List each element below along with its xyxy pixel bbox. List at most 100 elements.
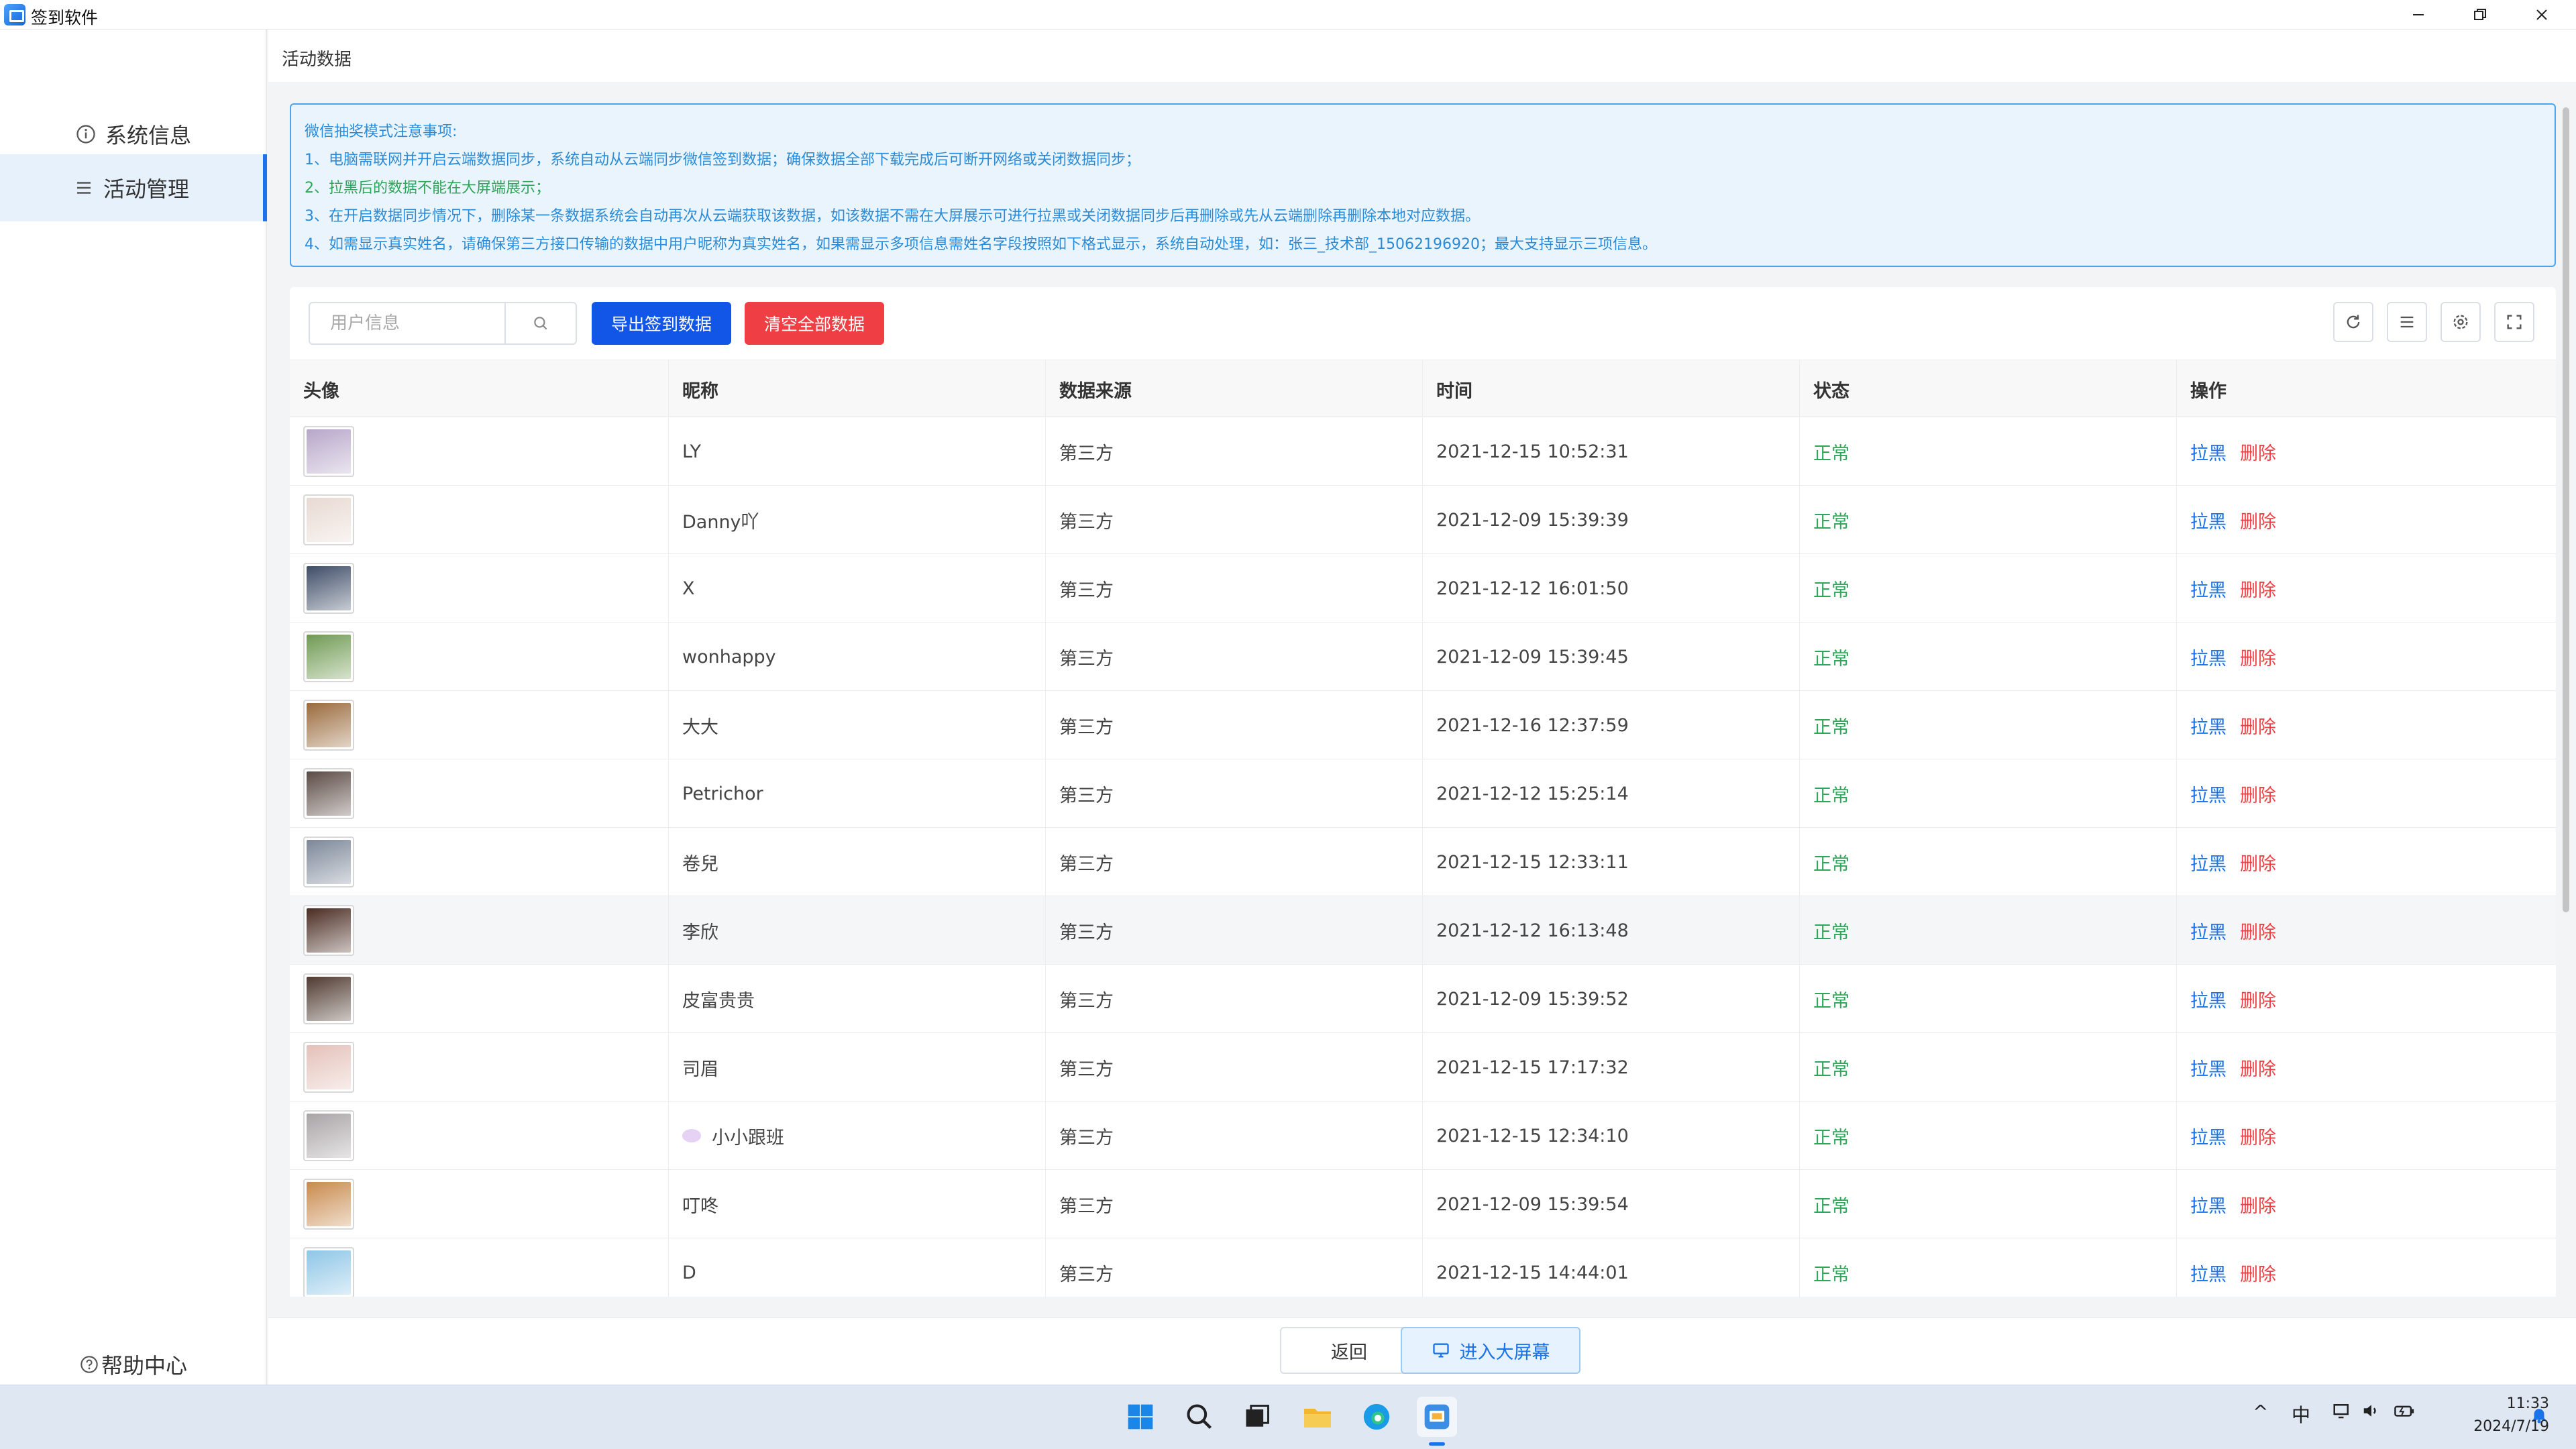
- block-link[interactable]: 拉黑: [2190, 644, 2226, 670]
- sidebar-item-help-center[interactable]: 帮助中心: [0, 1338, 267, 1391]
- delete-link[interactable]: 删除: [2240, 439, 2276, 465]
- avatar-cell: [290, 623, 669, 691]
- actions-cell: 拉黑 删除: [2177, 965, 2556, 1033]
- delete-link[interactable]: 删除: [2240, 849, 2276, 875]
- time-cell-text: 2021-12-12 16:01:50: [1436, 578, 1629, 599]
- volume-icon[interactable]: [2361, 1401, 2381, 1426]
- avatar[interactable]: [303, 1247, 354, 1297]
- actions-cell: 拉黑 删除: [2177, 1033, 2556, 1102]
- delete-link[interactable]: 删除: [2240, 1123, 2276, 1149]
- block-link[interactable]: 拉黑: [2190, 918, 2226, 944]
- file-explorer-button[interactable]: [1297, 1397, 1338, 1437]
- block-link[interactable]: 拉黑: [2190, 1123, 2226, 1149]
- status-cell: 正常: [1800, 896, 2177, 965]
- battery-icon[interactable]: [2394, 1401, 2415, 1426]
- nickname-cell: Petrichor: [669, 759, 1046, 828]
- avatar[interactable]: [303, 768, 354, 819]
- actions-cell: 拉黑 删除: [2177, 759, 2556, 828]
- taskbar-search-button[interactable]: [1179, 1397, 1220, 1437]
- status-cell-text: 正常: [1813, 511, 1849, 533]
- block-link[interactable]: 拉黑: [2190, 781, 2226, 807]
- status-cell-text: 正常: [1813, 580, 1849, 601]
- source-cell-text: 第三方: [1059, 922, 1114, 943]
- checkin-app-taskbar-button[interactable]: [1417, 1397, 1457, 1437]
- time-cell: 2021-12-15 17:17:32: [1423, 1033, 1800, 1102]
- avatar[interactable]: [303, 1042, 354, 1093]
- delete-link[interactable]: 删除: [2240, 986, 2276, 1012]
- avatar[interactable]: [303, 426, 354, 477]
- status-cell-text: 正常: [1813, 922, 1849, 943]
- edge-icon: [1363, 1403, 1390, 1430]
- bell-icon: [2532, 1409, 2546, 1424]
- task-view-button[interactable]: [1237, 1397, 1277, 1437]
- time-cell-text: 2021-12-15 17:17:32: [1436, 1057, 1629, 1078]
- volume-icon: [2363, 1405, 2376, 1417]
- source-cell: 第三方: [1046, 1238, 1423, 1297]
- nickname-text: 皮富贵贵: [682, 990, 755, 1012]
- nickname-cell: 皮富贵贵: [669, 965, 1046, 1033]
- nickname-text: 小小跟班: [712, 1127, 784, 1148]
- time-cell: 2021-12-15 12:33:11: [1423, 828, 1800, 896]
- delete-link[interactable]: 删除: [2240, 1055, 2276, 1081]
- back-button[interactable]: 返回: [1280, 1327, 1418, 1374]
- status-cell: 正常: [1800, 486, 2177, 554]
- notification-button[interactable]: [2529, 1405, 2549, 1428]
- source-cell: 第三方: [1046, 828, 1423, 896]
- avatar-cell: [290, 691, 669, 759]
- block-link[interactable]: 拉黑: [2190, 439, 2226, 465]
- delete-link[interactable]: 删除: [2240, 576, 2276, 602]
- block-link[interactable]: 拉黑: [2190, 712, 2226, 739]
- nickname-cell: X: [669, 554, 1046, 623]
- delete-link[interactable]: 删除: [2240, 918, 2276, 944]
- avatar-image: [307, 429, 351, 474]
- avatar[interactable]: [303, 973, 354, 1024]
- avatar-cell: [290, 759, 669, 828]
- avatar-image: [307, 1114, 351, 1158]
- block-link[interactable]: 拉黑: [2190, 1055, 2226, 1081]
- actions-cell: 拉黑 删除: [2177, 828, 2556, 896]
- avatar[interactable]: [303, 837, 354, 888]
- avatar[interactable]: [303, 1179, 354, 1230]
- source-cell-text: 第三方: [1059, 511, 1114, 533]
- delete-link[interactable]: 删除: [2240, 712, 2276, 739]
- avatar-image: [307, 977, 351, 1021]
- actions-cell: 拉黑 删除: [2177, 896, 2556, 965]
- battery-icon: [2394, 1405, 2414, 1417]
- block-link[interactable]: 拉黑: [2190, 507, 2226, 533]
- time-cell-text: 2021-12-16 12:37:59: [1436, 714, 1629, 736]
- avatar[interactable]: [303, 1110, 354, 1161]
- avatar-image: [307, 908, 351, 953]
- block-link[interactable]: 拉黑: [2190, 986, 2226, 1012]
- nickname-text: D: [682, 1262, 696, 1283]
- avatar-image: [307, 840, 351, 884]
- delete-link[interactable]: 删除: [2240, 1191, 2276, 1218]
- block-link[interactable]: 拉黑: [2190, 1191, 2226, 1218]
- avatar[interactable]: [303, 700, 354, 751]
- status-cell-text: 正常: [1813, 990, 1849, 1012]
- network-icon[interactable]: [2332, 1401, 2352, 1426]
- table-row: 李欣 第三方 2021-12-12 16:13:48 正常 拉黑 删除: [290, 896, 2556, 965]
- avatar[interactable]: [303, 563, 354, 614]
- help-icon: [80, 1356, 98, 1373]
- source-cell: 第三方: [1046, 965, 1423, 1033]
- avatar[interactable]: [303, 494, 354, 545]
- delete-link[interactable]: 删除: [2240, 644, 2276, 670]
- start-button[interactable]: [1120, 1397, 1161, 1437]
- avatar-cell: [290, 828, 669, 896]
- avatar[interactable]: [303, 631, 354, 682]
- enter-big-screen-button[interactable]: 进入大屏幕: [1401, 1327, 1580, 1374]
- delete-link[interactable]: 删除: [2240, 1260, 2276, 1286]
- delete-link[interactable]: 删除: [2240, 781, 2276, 807]
- delete-link[interactable]: 删除: [2240, 507, 2276, 533]
- ime-indicator[interactable]: 中: [2292, 1401, 2310, 1428]
- avatar[interactable]: [303, 905, 354, 956]
- tray-chevron-icon[interactable]: ^: [2253, 1401, 2268, 1423]
- time-cell-text: 2021-12-15 12:34:10: [1436, 1125, 1629, 1146]
- block-link[interactable]: 拉黑: [2190, 1260, 2226, 1286]
- source-cell-text: 第三方: [1059, 443, 1114, 464]
- block-link[interactable]: 拉黑: [2190, 576, 2226, 602]
- block-link[interactable]: 拉黑: [2190, 849, 2226, 875]
- task-view-icon: [1246, 1405, 1269, 1427]
- scrollbar-thumb[interactable]: [2563, 107, 2569, 912]
- edge-browser-button[interactable]: [1356, 1397, 1397, 1437]
